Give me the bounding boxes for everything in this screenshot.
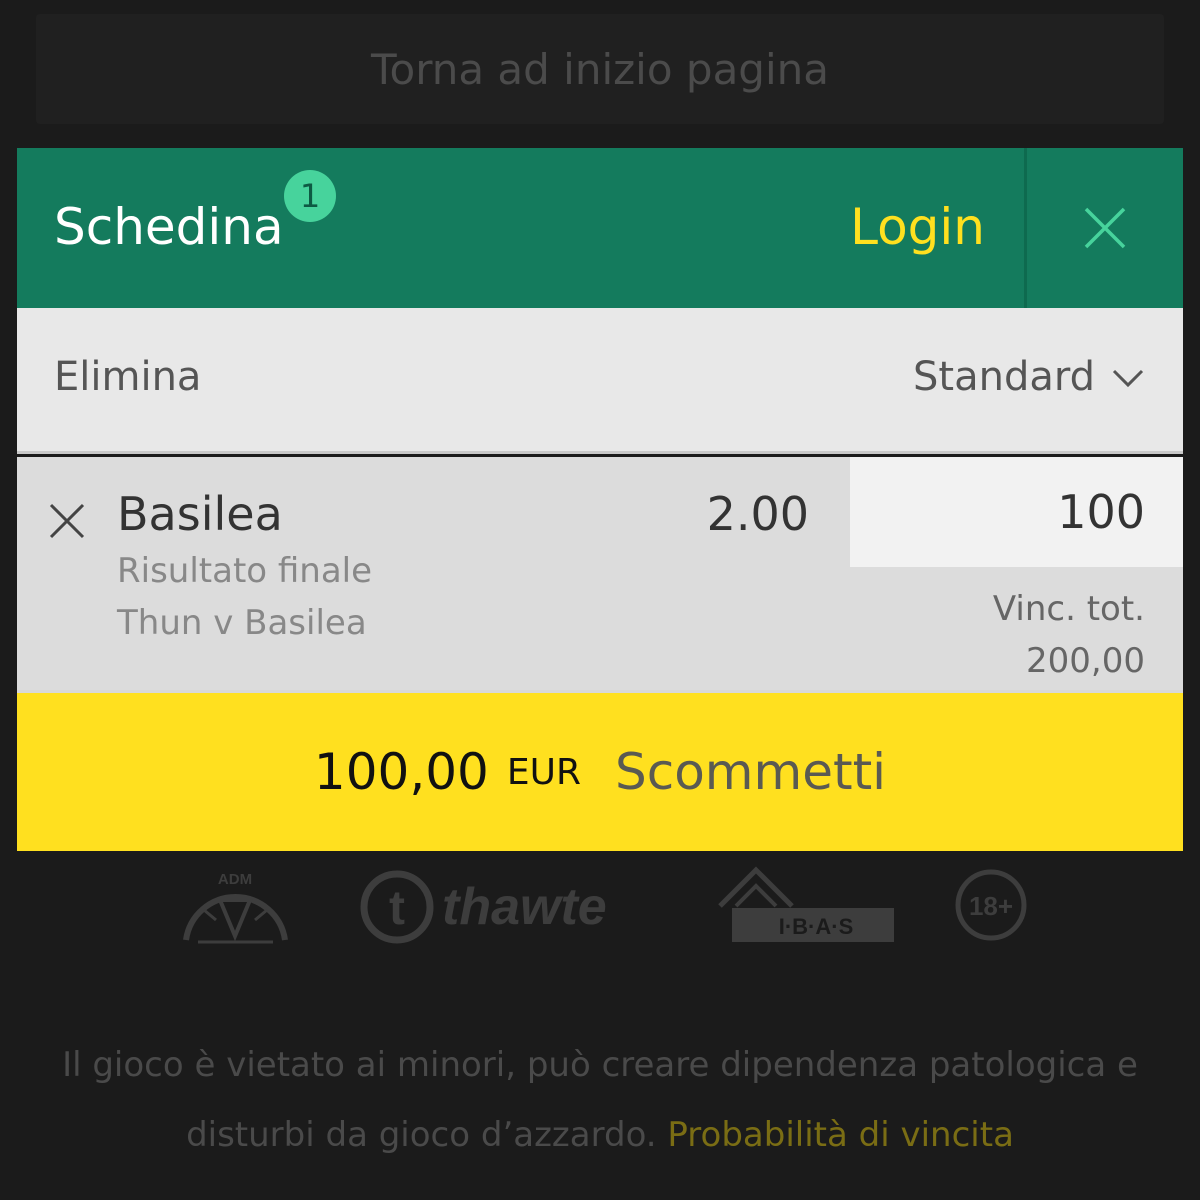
total-stake-currency: EUR	[506, 751, 581, 793]
betslip-panel: Schedina 1 Login Elimina Standard Basile…	[17, 148, 1183, 851]
betslip-toolbar: Elimina Standard	[17, 308, 1183, 454]
disclaimer-line-1: Il gioco è vietato ai minori, può creare…	[62, 1045, 1138, 1085]
back-to-top-button[interactable]: Torna ad inizio pagina	[36, 14, 1164, 124]
place-bet-label: Scommetti	[614, 743, 887, 801]
place-bet-button[interactable]: 100,00 EUR Scommetti	[17, 690, 1183, 851]
thawte-logo: t thawte	[360, 870, 607, 944]
disclaimer-line-2: disturbi da gioco d’azzardo. Probabilità…	[0, 1100, 1200, 1170]
close-icon	[1084, 207, 1126, 249]
login-link[interactable]: Login	[850, 198, 985, 256]
svg-text:t: t	[389, 882, 405, 935]
adm-logo-text: ADM	[218, 871, 252, 888]
age-restriction-text: 18+	[969, 891, 1013, 921]
disclaimer-line-2-text: disturbi da gioco d’azzardo.	[186, 1115, 657, 1155]
selection-odds: 2.00	[706, 487, 809, 541]
bet-type-label: Standard	[913, 354, 1095, 400]
selection-count-badge: 1	[284, 170, 336, 222]
selection-market: Risultato finale	[117, 551, 373, 591]
selection-event: Thun v Basilea	[117, 603, 367, 643]
ibas-logo-text: I·B·A·S	[779, 914, 854, 939]
close-betslip-button[interactable]	[1027, 148, 1183, 308]
stake-input[interactable]: 100	[850, 457, 1183, 567]
bet-selection: Basilea Risultato finale Thun v Basilea …	[17, 457, 1183, 690]
betslip-title: Schedina	[54, 198, 284, 256]
remove-selection-icon[interactable]	[47, 501, 87, 541]
delete-all-button[interactable]: Elimina	[54, 354, 201, 400]
betslip-header: Schedina 1 Login	[17, 148, 1183, 308]
certification-logos: ADM t thawte I·B·A·S 18+	[0, 860, 1200, 960]
chevron-down-icon	[1112, 369, 1144, 388]
bet-type-dropdown[interactable]: Standard	[913, 354, 1145, 400]
gambling-disclaimer: Il gioco è vietato ai minori, può creare…	[0, 1030, 1200, 1170]
potential-win-value: 200,00	[1026, 641, 1145, 681]
winning-probability-link[interactable]: Probabilità di vincita	[667, 1115, 1014, 1155]
thawte-logo-text: thawte	[442, 878, 607, 936]
age-restriction-icon: 18+	[955, 869, 1027, 941]
total-stake-amount: 100,00	[313, 743, 489, 801]
selection-name: Basilea	[117, 487, 283, 541]
potential-win-label: Vinc. tot.	[992, 589, 1145, 629]
adm-logo: ADM	[183, 871, 288, 944]
ibas-logo: I·B·A·S	[718, 866, 894, 942]
